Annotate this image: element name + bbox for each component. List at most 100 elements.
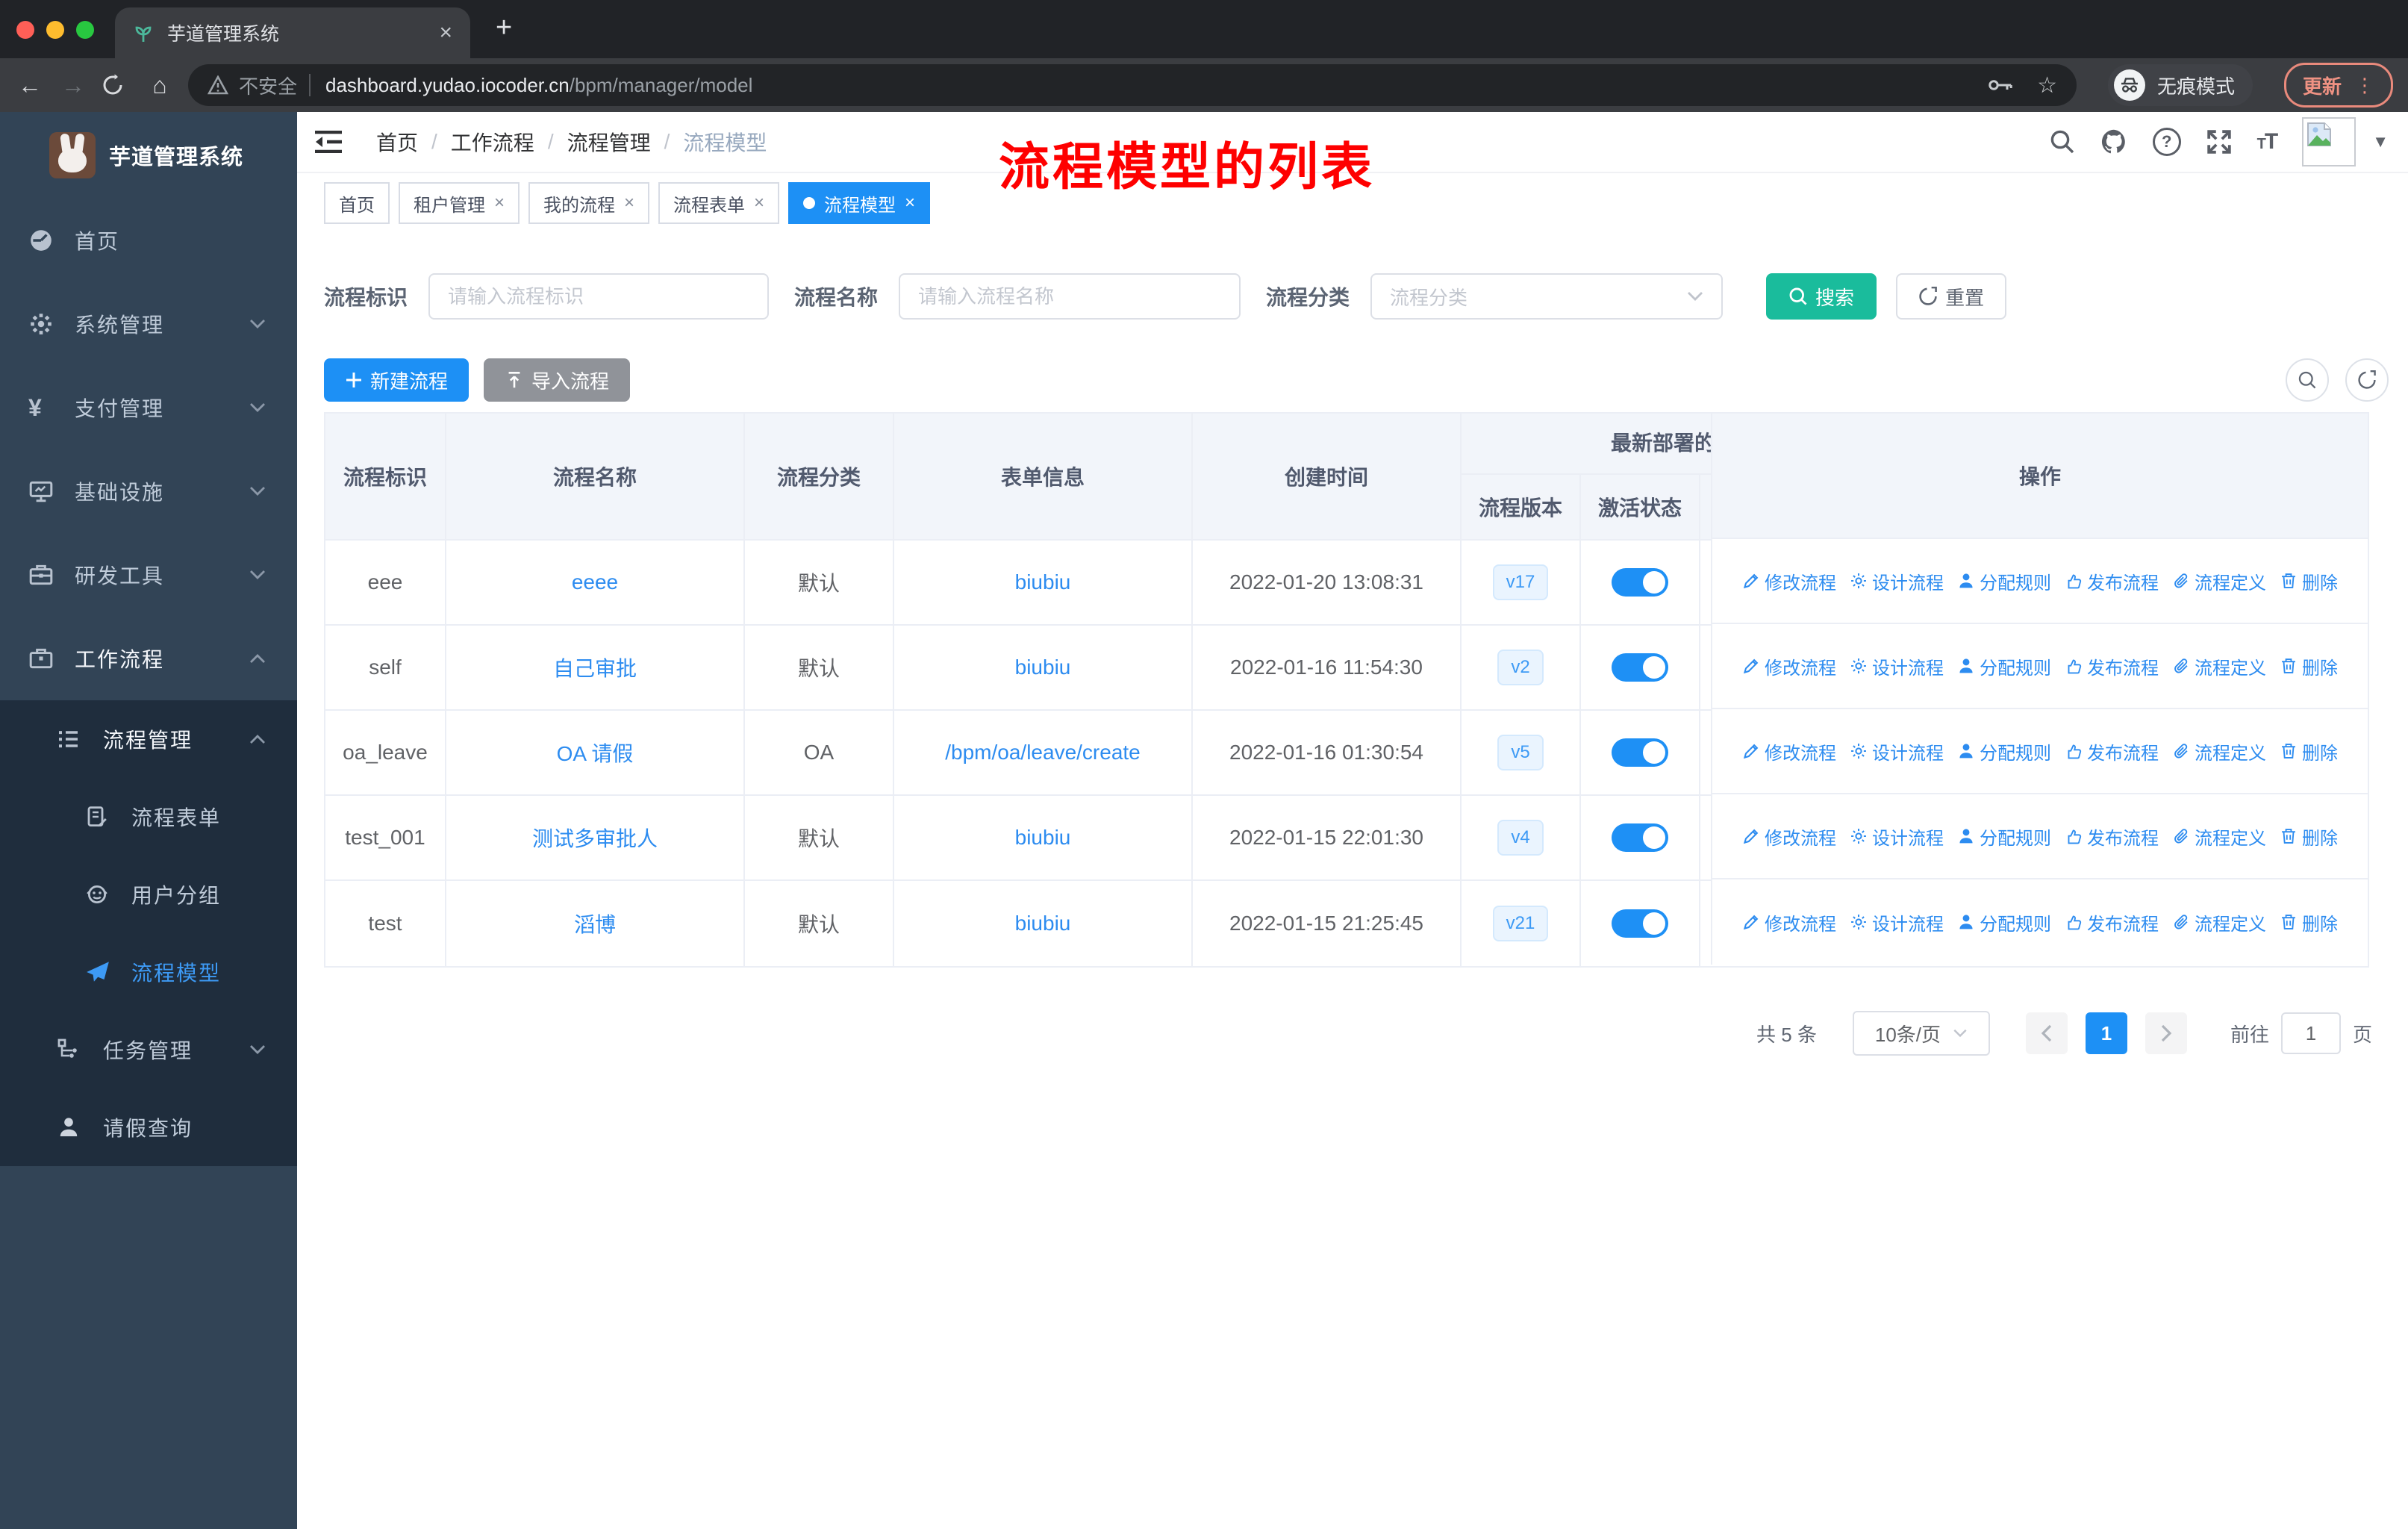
process-definition-action[interactable]: 流程定义 bbox=[2172, 909, 2266, 935]
reset-button[interactable]: 重置 bbox=[1896, 273, 2007, 320]
process-name-input[interactable] bbox=[899, 273, 1241, 320]
reload-button[interactable] bbox=[102, 74, 131, 96]
form-info-link[interactable]: biubiu bbox=[1015, 655, 1071, 679]
sidebar-item-process-form[interactable]: 流程表单 bbox=[0, 778, 297, 856]
sidebar-item-infra[interactable]: 基础设施 bbox=[0, 449, 297, 533]
address-bar[interactable]: 不安全 dashboard.yudao.iocoder.cn /bpm/mana… bbox=[188, 64, 2077, 106]
help-icon[interactable]: ? bbox=[2152, 128, 2181, 156]
browser-tab[interactable]: 芋道管理系统 × bbox=[115, 7, 470, 58]
version-badge[interactable]: v4 bbox=[1497, 820, 1544, 856]
version-badge[interactable]: v5 bbox=[1497, 735, 1544, 770]
process-name-link[interactable]: 自己审批 bbox=[553, 653, 637, 682]
tag-my-process[interactable]: 我的流程 × bbox=[528, 182, 650, 224]
minimize-window-button[interactable] bbox=[46, 21, 64, 39]
form-info-link[interactable]: biubiu bbox=[1015, 570, 1071, 594]
close-tag-icon[interactable]: × bbox=[494, 193, 505, 214]
sidebar-item-task-mgmt[interactable]: 任务管理 bbox=[0, 1011, 297, 1089]
design-process-action[interactable]: 设计流程 bbox=[1850, 568, 1944, 594]
breadcrumb-home[interactable]: 首页 bbox=[376, 127, 418, 157]
edit-process-action[interactable]: 修改流程 bbox=[1742, 738, 1836, 764]
home-button[interactable]: ⌂ bbox=[145, 72, 175, 99]
edit-process-action[interactable]: 修改流程 bbox=[1742, 823, 1836, 850]
sidebar-item-leave-query[interactable]: 请假查询 bbox=[0, 1089, 297, 1166]
close-tab-icon[interactable]: × bbox=[439, 22, 452, 44]
process-name-link[interactable]: 滔博 bbox=[574, 909, 616, 938]
update-label[interactable]: 更新 bbox=[2303, 72, 2342, 99]
publish-process-action[interactable]: 发布流程 bbox=[2065, 653, 2159, 679]
delete-action[interactable]: 删除 bbox=[2280, 568, 2338, 594]
design-process-action[interactable]: 设计流程 bbox=[1850, 653, 1944, 679]
active-toggle[interactable] bbox=[1612, 823, 1668, 852]
process-name-link[interactable]: 测试多审批人 bbox=[532, 823, 658, 853]
page-size-select[interactable]: 10条/页 bbox=[1852, 1011, 1990, 1056]
sidebar-item-home[interactable]: 首页 bbox=[0, 199, 297, 282]
window-controls[interactable] bbox=[16, 21, 94, 39]
sidebar-item-user-group[interactable]: 用户分组 bbox=[0, 856, 297, 933]
browser-menu-icon[interactable]: ⋮ bbox=[2355, 74, 2374, 97]
active-toggle[interactable] bbox=[1612, 653, 1668, 682]
github-icon[interactable] bbox=[2100, 128, 2127, 155]
breadcrumb-process-mgmt[interactable]: 流程管理 bbox=[567, 127, 651, 157]
publish-process-action[interactable]: 发布流程 bbox=[2065, 909, 2159, 935]
close-tag-icon[interactable]: × bbox=[624, 193, 634, 214]
font-size-icon[interactable]: TT bbox=[2257, 129, 2279, 155]
delete-action[interactable]: 删除 bbox=[2280, 738, 2338, 764]
refresh-table-button[interactable] bbox=[2345, 358, 2389, 402]
assign-rule-action[interactable]: 分配规则 bbox=[1957, 653, 2051, 679]
process-definition-action[interactable]: 流程定义 bbox=[2172, 653, 2266, 679]
publish-process-action[interactable]: 发布流程 bbox=[2065, 738, 2159, 764]
form-info-link[interactable]: biubiu bbox=[1015, 826, 1071, 850]
process-definition-action[interactable]: 流程定义 bbox=[2172, 738, 2266, 764]
sidebar-item-workflow[interactable]: 工作流程 bbox=[0, 617, 297, 700]
process-key-input[interactable] bbox=[428, 273, 770, 320]
version-badge[interactable]: v17 bbox=[1492, 564, 1549, 600]
fullscreen-icon[interactable] bbox=[2206, 129, 2232, 155]
delete-action[interactable]: 删除 bbox=[2280, 653, 2338, 679]
assign-rule-action[interactable]: 分配规则 bbox=[1957, 823, 2051, 850]
next-page-button[interactable] bbox=[2145, 1012, 2187, 1054]
sidebar-item-process-model[interactable]: 流程模型 bbox=[0, 933, 297, 1011]
form-info-link[interactable]: /bpm/oa/leave/create bbox=[945, 741, 1141, 764]
edit-process-action[interactable]: 修改流程 bbox=[1742, 653, 1836, 679]
assign-rule-action[interactable]: 分配规则 bbox=[1957, 568, 2051, 594]
design-process-action[interactable]: 设计流程 bbox=[1850, 823, 1944, 850]
security-label[interactable]: 不安全 bbox=[239, 72, 297, 99]
new-tab-button[interactable]: + bbox=[496, 12, 512, 44]
search-icon[interactable] bbox=[2050, 129, 2075, 155]
active-toggle[interactable] bbox=[1612, 568, 1668, 597]
tag-home[interactable]: 首页 bbox=[324, 182, 390, 224]
tag-process-form[interactable]: 流程表单 × bbox=[658, 182, 780, 224]
sidebar-item-process-mgmt[interactable]: 流程管理 bbox=[0, 700, 297, 778]
toggle-search-button[interactable] bbox=[2286, 358, 2329, 402]
delete-action[interactable]: 删除 bbox=[2280, 823, 2338, 850]
tag-tenant[interactable]: 租户管理 × bbox=[399, 182, 520, 224]
edit-process-action[interactable]: 修改流程 bbox=[1742, 568, 1836, 594]
publish-process-action[interactable]: 发布流程 bbox=[2065, 568, 2159, 594]
import-process-button[interactable]: 导入流程 bbox=[484, 358, 631, 402]
process-definition-action[interactable]: 流程定义 bbox=[2172, 823, 2266, 850]
breadcrumb-workflow[interactable]: 工作流程 bbox=[451, 127, 534, 157]
zoom-window-button[interactable] bbox=[76, 21, 94, 39]
back-button[interactable]: ← bbox=[15, 72, 45, 99]
active-toggle[interactable] bbox=[1612, 909, 1668, 938]
close-tag-icon[interactable]: × bbox=[905, 193, 915, 214]
process-definition-action[interactable]: 流程定义 bbox=[2172, 568, 2266, 594]
assign-rule-action[interactable]: 分配规则 bbox=[1957, 738, 2051, 764]
design-process-action[interactable]: 设计流程 bbox=[1850, 909, 1944, 935]
page-1-button[interactable]: 1 bbox=[2085, 1012, 2127, 1054]
avatar[interactable] bbox=[2302, 117, 2356, 166]
active-toggle[interactable] bbox=[1612, 738, 1668, 767]
close-window-button[interactable] bbox=[16, 21, 34, 39]
sidebar-item-payment[interactable]: ¥ 支付管理 bbox=[0, 366, 297, 449]
assign-rule-action[interactable]: 分配规则 bbox=[1957, 909, 2051, 935]
design-process-action[interactable]: 设计流程 bbox=[1850, 738, 1944, 764]
publish-process-action[interactable]: 发布流程 bbox=[2065, 823, 2159, 850]
version-badge[interactable]: v21 bbox=[1492, 906, 1549, 941]
search-button[interactable]: 搜索 bbox=[1766, 273, 1877, 320]
sidebar-logo[interactable]: 芋道管理系统 bbox=[0, 112, 297, 199]
sidebar-item-devtools[interactable]: 研发工具 bbox=[0, 533, 297, 617]
version-badge[interactable]: v2 bbox=[1497, 650, 1544, 685]
browser-update-button[interactable]: 更新 ⋮ bbox=[2283, 63, 2393, 108]
process-name-link[interactable]: OA 请假 bbox=[557, 738, 634, 767]
collapse-sidebar-icon[interactable] bbox=[315, 131, 345, 153]
